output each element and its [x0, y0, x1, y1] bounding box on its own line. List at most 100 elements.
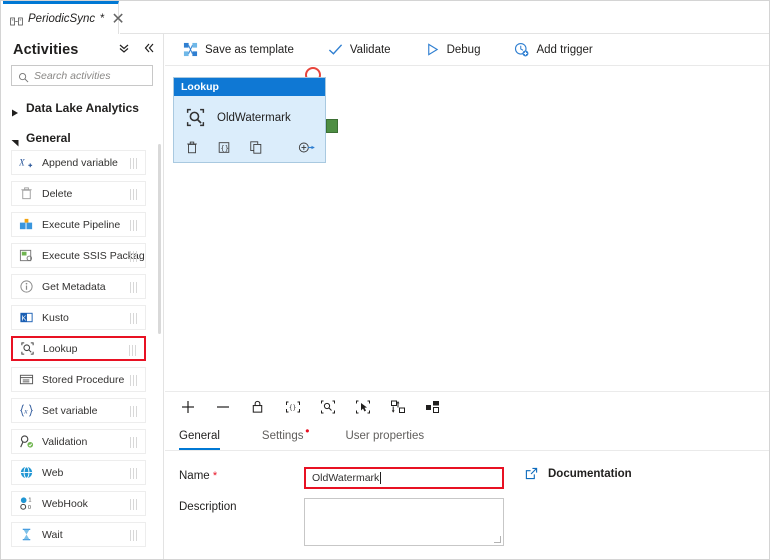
activity-lookup[interactable]: Lookup: [11, 336, 146, 361]
validate-button[interactable]: Validate: [328, 34, 405, 66]
node-main-row: OldWatermark: [174, 96, 325, 128]
save-as-template-button[interactable]: Save as template: [183, 34, 308, 66]
pipeline-canvas[interactable]: Lookup OldWatermark {}: [165, 66, 769, 391]
node-output-port[interactable]: [326, 119, 338, 133]
activity-delete[interactable]: Delete: [11, 181, 146, 206]
lock-icon[interactable]: [249, 398, 266, 415]
tab-label: User properties: [345, 429, 425, 442]
drag-handle-icon[interactable]: [130, 499, 139, 510]
drag-handle-icon[interactable]: [130, 406, 139, 417]
svg-text:1: 1: [28, 498, 31, 504]
validation-icon: [19, 434, 34, 449]
chevron-double-left-icon[interactable]: [141, 40, 156, 55]
drag-handle-icon[interactable]: [130, 282, 139, 293]
sidebar-group-label: General: [26, 130, 71, 145]
activity-execute-pipeline[interactable]: Execute Pipeline: [11, 212, 146, 237]
tab-periodicsync[interactable]: PeriodicSync * ✕: [3, 1, 125, 34]
name-input[interactable]: OldWatermark: [304, 467, 504, 489]
activity-label: Lookup: [43, 342, 78, 355]
drag-handle-icon[interactable]: [130, 313, 139, 324]
activity-set-variable[interactable]: x Set variable: [11, 398, 146, 423]
ssis-package-icon: [19, 248, 34, 263]
sidebar-group-label: Data Lake Analytics: [26, 100, 139, 115]
pipeline-icon: [10, 14, 23, 25]
copy-icon[interactable]: [249, 140, 263, 155]
drag-handle-icon[interactable]: [130, 530, 139, 541]
tab-settings[interactable]: Settings •: [262, 421, 310, 450]
save-as-template-icon: [183, 42, 198, 57]
lookup-icon: [185, 107, 206, 128]
description-row: Description: [179, 498, 769, 546]
properties-tabs: General Settings • User properties: [165, 421, 769, 451]
drag-handle-icon[interactable]: [129, 345, 138, 356]
tab-general[interactable]: General: [179, 421, 220, 450]
kusto-icon: K: [19, 310, 34, 325]
zoom-out-icon[interactable]: [214, 398, 231, 415]
trash-icon: [19, 186, 34, 201]
tab-title: PeriodicSync: [28, 13, 96, 25]
node-action-bar: {}: [185, 140, 316, 155]
sidebar-group-general[interactable]: General: [1, 125, 163, 150]
zoom-in-icon[interactable]: [179, 398, 196, 415]
drag-handle-icon[interactable]: [130, 375, 139, 386]
trash-icon[interactable]: [185, 140, 199, 155]
info-circle-icon: [19, 279, 34, 294]
debug-button[interactable]: Debug: [425, 34, 495, 66]
canvas-toolbar: {}: [165, 391, 769, 421]
append-variable-icon: X: [18, 155, 34, 170]
node-header: Lookup: [174, 78, 325, 96]
sidebar-group-data-lake-analytics[interactable]: Data Lake Analytics: [1, 95, 163, 120]
tab-user-properties[interactable]: User properties: [345, 421, 424, 450]
webhook-icon: 1 0: [19, 496, 34, 511]
auto-layout-icon[interactable]: [424, 398, 441, 415]
select-marquee-icon[interactable]: [354, 398, 371, 415]
activity-web[interactable]: Web: [11, 460, 146, 485]
tab-dirty-marker: *: [100, 13, 105, 25]
search-icon: [18, 70, 29, 83]
set-variable-icon: x: [19, 403, 34, 418]
activity-label: Delete: [42, 187, 73, 200]
drag-handle-icon[interactable]: [130, 468, 139, 479]
drag-handle-icon[interactable]: [130, 220, 139, 231]
add-trigger-button[interactable]: Add trigger: [514, 34, 606, 66]
chevron-double-down-icon[interactable]: [116, 40, 131, 55]
activity-label: Execute Pipeline: [42, 218, 121, 231]
node-type-label: Lookup: [181, 81, 219, 93]
search-input[interactable]: Search activities: [11, 65, 153, 86]
svg-text:0: 0: [28, 505, 31, 511]
hourglass-icon: [19, 527, 34, 542]
activity-get-metadata[interactable]: Get Metadata: [11, 274, 146, 299]
svg-text:{}: {}: [289, 404, 296, 411]
drag-handle-icon[interactable]: [130, 189, 139, 200]
activity-validation[interactable]: Validation: [11, 429, 146, 454]
activity-webhook[interactable]: 1 0 WebHook: [11, 491, 146, 516]
json-brackets-icon[interactable]: {}: [284, 398, 301, 415]
sidebar-header-buttons: [116, 40, 156, 55]
sidebar-scrollbar[interactable]: [158, 144, 161, 334]
activity-execute-ssis-package[interactable]: Execute SSIS Package: [11, 243, 146, 268]
code-brackets-icon[interactable]: {}: [217, 140, 231, 155]
name-row: Name * OldWatermark: [179, 467, 769, 489]
activity-append-variable[interactable]: X Append variable: [11, 150, 146, 175]
required-marker: *: [212, 470, 218, 482]
drag-handle-icon[interactable]: [130, 158, 139, 169]
documentation-link[interactable]: Documentation: [525, 467, 632, 480]
add-output-arrow-icon[interactable]: [298, 140, 316, 155]
activity-stored-procedure[interactable]: Stored Procedure: [11, 367, 146, 392]
activity-kusto[interactable]: K Kusto: [11, 305, 146, 330]
activities-sidebar: Activities Search activities Data Lake A…: [1, 34, 164, 559]
auto-align-icon[interactable]: [389, 398, 406, 415]
activity-node-oldwatermark[interactable]: Lookup OldWatermark {}: [173, 77, 338, 163]
caret-right-icon: [11, 104, 19, 116]
command-label: Validate: [349, 43, 391, 56]
drag-handle-icon[interactable]: [130, 437, 139, 448]
drag-handle-icon[interactable]: [130, 251, 139, 262]
properties-panel: General Settings • User properties Name …: [165, 421, 769, 559]
description-textarea[interactable]: [304, 498, 504, 546]
checkmark-icon: [328, 42, 343, 57]
zoom-to-fit-icon[interactable]: [319, 398, 336, 415]
execute-pipeline-icon: [19, 217, 34, 232]
close-icon[interactable]: ✕: [111, 11, 124, 28]
activity-wait[interactable]: Wait: [11, 522, 146, 547]
search-container: Search activities: [1, 65, 163, 86]
